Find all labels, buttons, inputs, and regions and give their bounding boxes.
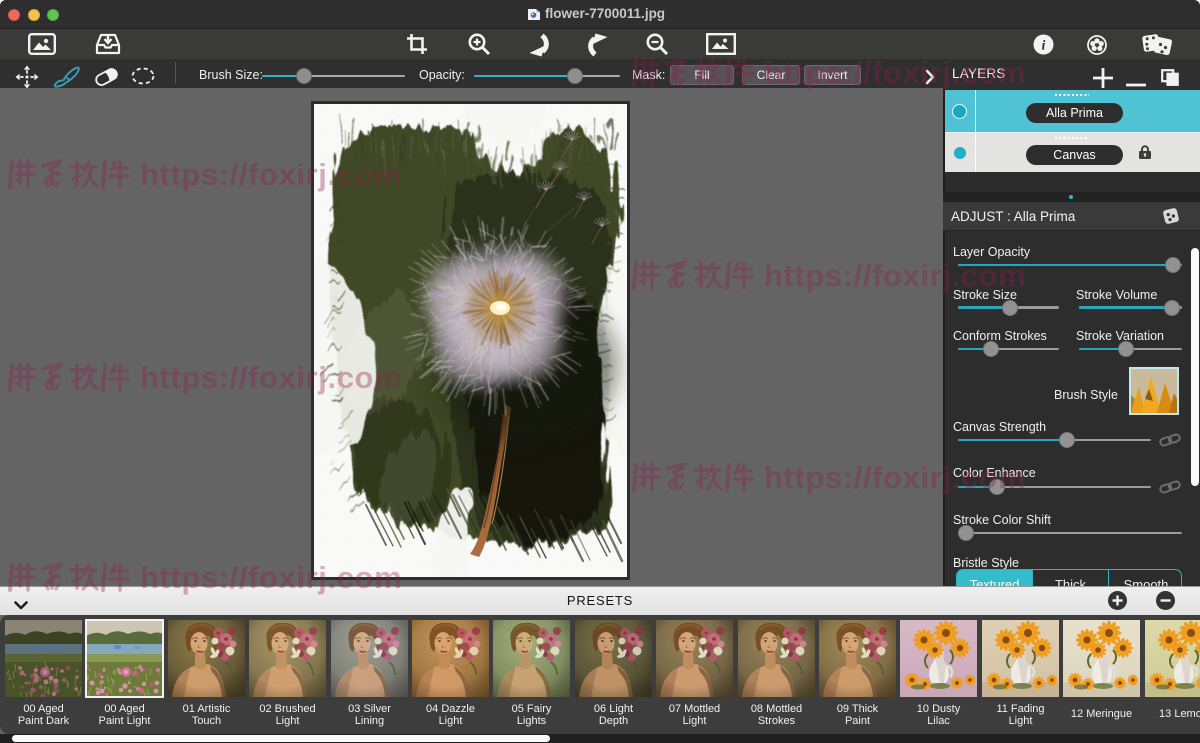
svg-text:i: i (1042, 39, 1046, 54)
